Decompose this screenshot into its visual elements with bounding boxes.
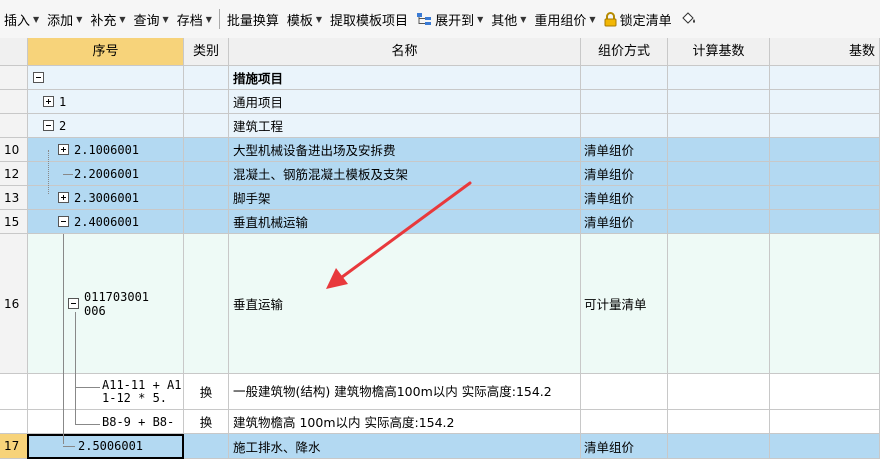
annotation-arrow <box>326 181 472 289</box>
